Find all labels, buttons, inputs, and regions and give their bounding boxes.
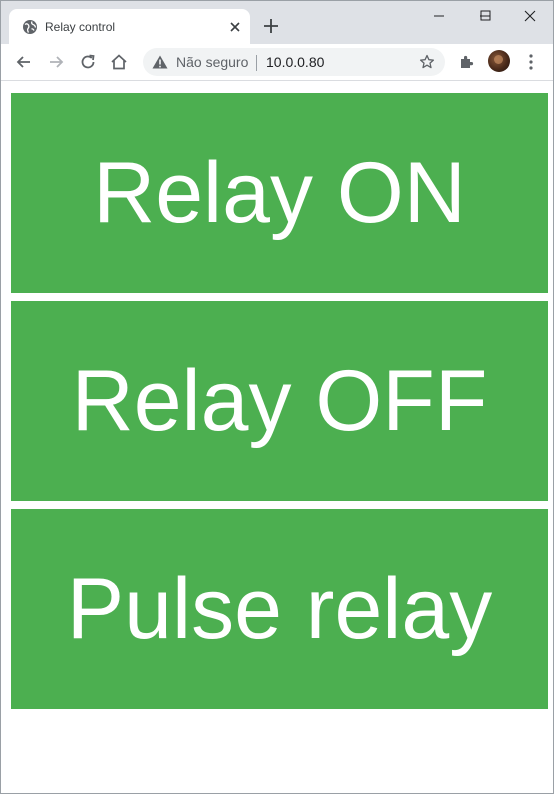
- maximize-button[interactable]: [462, 1, 508, 31]
- address-bar[interactable]: Não seguro 10.0.0.80: [143, 48, 445, 76]
- plus-icon[interactable]: [262, 17, 280, 35]
- globe-icon: [22, 19, 38, 35]
- pulse-relay-button[interactable]: Pulse relay: [11, 509, 548, 709]
- url-text[interactable]: 10.0.0.80: [266, 54, 324, 70]
- reload-icon[interactable]: [78, 52, 98, 72]
- arrow-left-icon[interactable]: [14, 52, 34, 72]
- browser-tab[interactable]: Relay control: [9, 9, 250, 44]
- home-icon[interactable]: [109, 52, 129, 72]
- omnibox-divider: [256, 55, 257, 71]
- tab-strip: Relay control: [1, 1, 553, 44]
- puzzle-icon[interactable]: [458, 53, 476, 71]
- page-content: Relay ON Relay OFF Pulse relay: [1, 81, 553, 793]
- close-icon[interactable]: [227, 19, 243, 35]
- tab-title: Relay control: [45, 20, 116, 34]
- star-icon[interactable]: [419, 54, 435, 70]
- close-window-button[interactable]: [508, 1, 553, 31]
- minimize-window-button[interactable]: [416, 1, 462, 31]
- relay-on-button[interactable]: Relay ON: [11, 93, 548, 293]
- browser-window: Relay control Não seguro 10.0.0.80 Relay…: [0, 0, 554, 794]
- browser-toolbar: Não seguro 10.0.0.80: [1, 44, 553, 81]
- warning-triangle-icon[interactable]: [152, 55, 168, 69]
- arrow-right-icon[interactable]: [46, 52, 66, 72]
- profile-avatar[interactable]: [488, 50, 510, 72]
- kebab-menu-icon[interactable]: [524, 53, 538, 71]
- relay-off-button[interactable]: Relay OFF: [11, 301, 548, 501]
- security-status[interactable]: Não seguro: [176, 54, 248, 70]
